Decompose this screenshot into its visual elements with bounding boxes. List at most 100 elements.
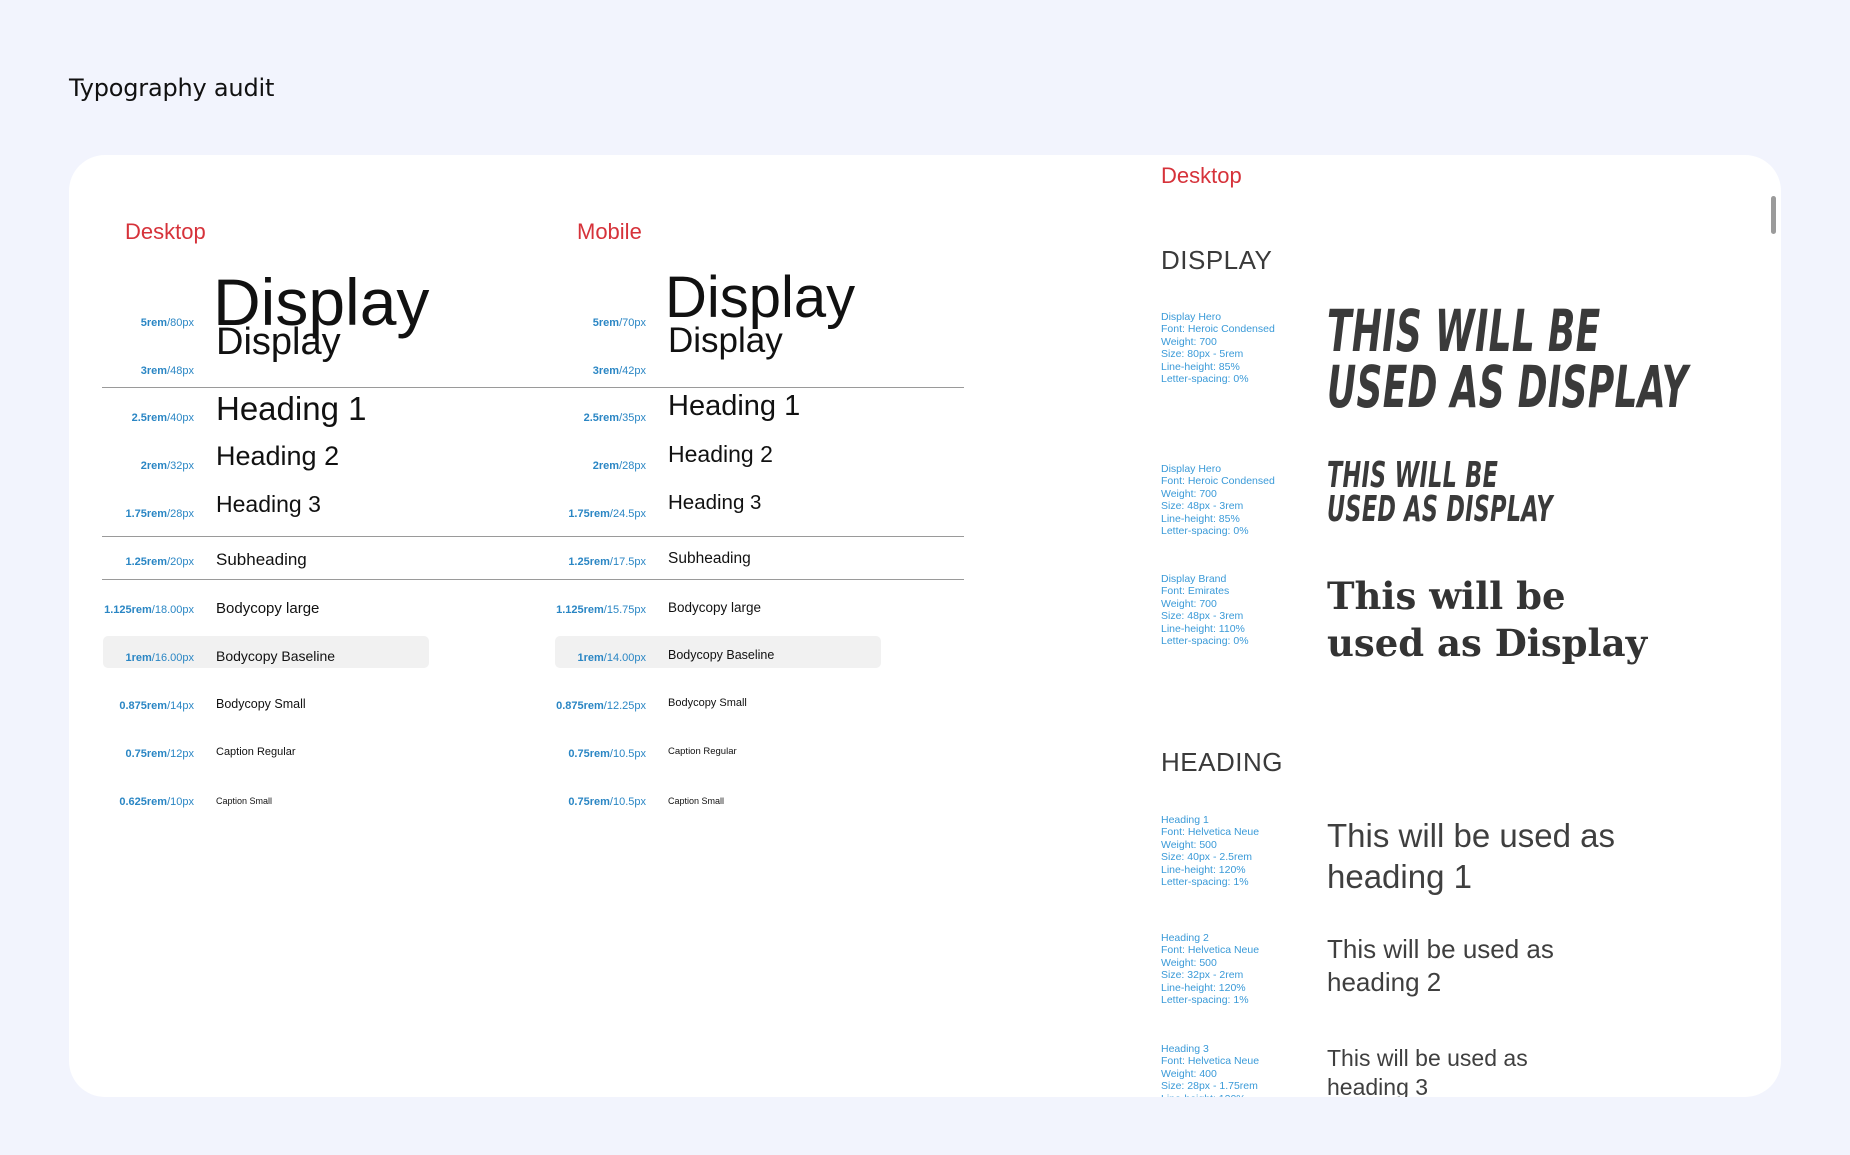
mobile-px-value: /10.5px [609,748,646,760]
desktop-rem-value: 3rem [140,365,168,377]
display-hero-small-spec-line: Font: Heroic Condensed [1161,475,1275,488]
desktop-px-value: /80px [167,317,194,329]
desktop-rem-value: 1rem [125,652,152,664]
desktop-sample-heading-3: Heading 3 [216,491,321,517]
desktop-rem-value: 1.25rem [125,556,168,568]
mobile-px-value: /14.00px [603,652,646,664]
display-hero-large-spec-line: Weight: 700 [1161,335,1217,348]
desktop-rem-value: 2.5rem [131,412,168,424]
mobile-sample-heading-2: Heading 2 [668,441,773,467]
heading-2-spec-line: Font: Helvetica Neue [1161,944,1260,957]
heading-1-spec-name: Heading 1 [1161,814,1209,826]
mobile-sample-display: Display [665,265,856,330]
desktop-sample-caption-small: Caption Small [216,796,273,806]
desktop-size-label: 2rem/32px [69,460,194,472]
heading-3-example: This will be used as heading 3 [1327,1045,1528,1097]
heading-3-spec-name: Heading 3 [1161,1043,1209,1055]
display-section-title: DISPLAY [1161,245,1273,275]
display-brand-spec: Display Brand Font: Emirates Weight: 700 Si… [1161,573,1249,647]
mobile-px-value: /15.75px [603,604,646,616]
mobile-size-label: 0.75rem/10.5px [521,796,646,808]
display-brand-spec-line: Line-height: 110% [1161,622,1245,635]
display-brand-spec-line: Size: 48px - 3rem [1161,610,1244,623]
display-hero-large-spec-line: Letter-spacing: 0% [1161,373,1249,386]
desktop-scale-column: Desktop 5rem/80px Display 3rem/48px Display… [69,155,509,855]
desktop-px-value: /48px [167,365,194,377]
mobile-size-label: 1rem/14.00px [521,652,647,664]
desktop-size-label: 3rem/48px [69,365,194,377]
mobile-px-value: /42px [619,365,646,377]
divider-subheading-body [102,579,964,580]
desktop-rem-value: 0.875rem [119,700,168,712]
page-title: Typography audit [69,74,275,102]
mobile-size-label: 1.25rem/17.5px [521,556,646,568]
display-hero-small-spec-line: Line-height: 85% [1161,512,1240,525]
mobile-sample-bodycopy-small: Bodycopy Small [668,697,747,709]
heading-1-spec-line: Size: 40px - 2.5rem [1161,851,1253,864]
display-hero-large-spec: Display Hero Font: Heroic Condensed Weight… [1161,311,1275,385]
heading-2-spec-name: Heading 2 [1161,932,1209,944]
desktop-px-value: /10px [167,796,194,808]
heading-3-spec-line: Font: Helvetica Neue [1161,1055,1260,1068]
heading-1-spec-line: Font: Helvetica Neue [1161,826,1260,839]
mobile-size-label: 5rem/70px [521,317,646,329]
heading-1-spec-line: Weight: 500 [1161,838,1217,851]
heading-3-spec-line: Weight: 400 [1161,1067,1217,1080]
heading-1-spec: Heading 1 Font: Helvetica Neue Weight: 500… [1161,814,1259,888]
mobile-px-value: /70px [619,317,646,329]
mobile-size-label: 0.875rem/12.25px [521,700,646,712]
divider-display-headings [102,387,964,388]
display-hero-large-spec-line: Line-height: 85% [1161,360,1240,373]
mobile-size-label: 0.75rem/10.5px [521,748,646,760]
desktop-size-label: 2.5rem/40px [69,412,194,424]
mobile-rem-value: 1rem [577,652,604,664]
heading-2-spec-line: Letter-spacing: 1% [1161,994,1249,1007]
mobile-rem-value: 0.75rem [568,748,610,760]
desktop-sample-heading-1: Heading 1 [216,390,367,427]
desktop-sample-bodycopy-baseline: Bodycopy Baseline [216,648,336,664]
mobile-px-value: /12.25px [603,700,646,712]
mobile-sample-caption-regular: Caption Regular [668,746,737,757]
display-brand-spec-name: Display Brand [1161,573,1227,585]
mobile-rem-value: 2.5rem [583,412,620,424]
display-hero-small-example: THIS WILL BE USED AS DISPLAY [1327,455,1553,530]
heading-2-spec-line: Size: 32px - 2rem [1161,969,1244,982]
display-brand-spec-line: Font: Emirates [1161,585,1230,598]
mobile-label: Mobile [577,219,642,244]
mobile-px-value: /10.5px [609,796,646,808]
heading-2-spec-line: Weight: 500 [1161,956,1217,969]
mobile-size-label: 3rem/42px [521,365,646,377]
mobile-sample-subheading: Subheading [668,550,751,567]
mobile-size-label: 1.75rem/24.5px [521,508,646,520]
desktop-sample-bodycopy-small: Bodycopy Small [216,697,306,711]
desktop-size-label: 1.25rem/20px [69,556,194,568]
mobile-sample-heading-1: Heading 1 [668,390,801,422]
desktop-sample-bodycopy-large: Bodycopy large [216,600,320,617]
desktop-px-value: /12px [167,748,194,760]
heading-2-spec: Heading 2 Font: Helvetica Neue Weight: 500… [1161,932,1259,1006]
display-hero-small-spec-line: Letter-spacing: 0% [1161,525,1249,538]
desktop-size-label: 0.75rem/12px [69,748,194,760]
mobile-size-label: 2rem/28px [521,460,646,472]
heading-1-spec-line: Line-height: 120% [1161,863,1246,876]
desktop-px-value: /16.00px [151,652,194,664]
heading-2-example: This will be used as heading 2 [1327,934,1554,997]
heading-1-example: This will be used as heading 1 [1327,817,1615,895]
desktop-rem-value: 2rem [140,460,168,472]
spec-desktop-label: Desktop [1161,163,1242,188]
mobile-sample-bodycopy-large: Bodycopy large [668,600,762,615]
divider-headings-subheading [102,536,964,537]
desktop-size-label: 1.125rem/18.00px [69,604,194,616]
mobile-size-label: 2.5rem/35px [521,412,646,424]
mobile-sample-bodycopy-baseline: Bodycopy Baseline [668,648,775,662]
scrollbar[interactable] [1771,196,1776,234]
mobile-rem-value: 5rem [592,317,620,329]
mobile-rem-value: 1.125rem [556,604,604,616]
display-brand-spec-line: Weight: 700 [1161,597,1217,610]
desktop-label: Desktop [125,219,206,244]
display-hero-small-spec-line: Weight: 700 [1161,487,1217,500]
spec-panel: Desktop DISPLAY HEADING Display Hero Font… [1161,155,1761,1097]
mobile-rem-value: 0.875rem [556,700,604,712]
mobile-px-value: /28px [619,460,646,472]
desktop-px-value: /20px [167,556,194,568]
